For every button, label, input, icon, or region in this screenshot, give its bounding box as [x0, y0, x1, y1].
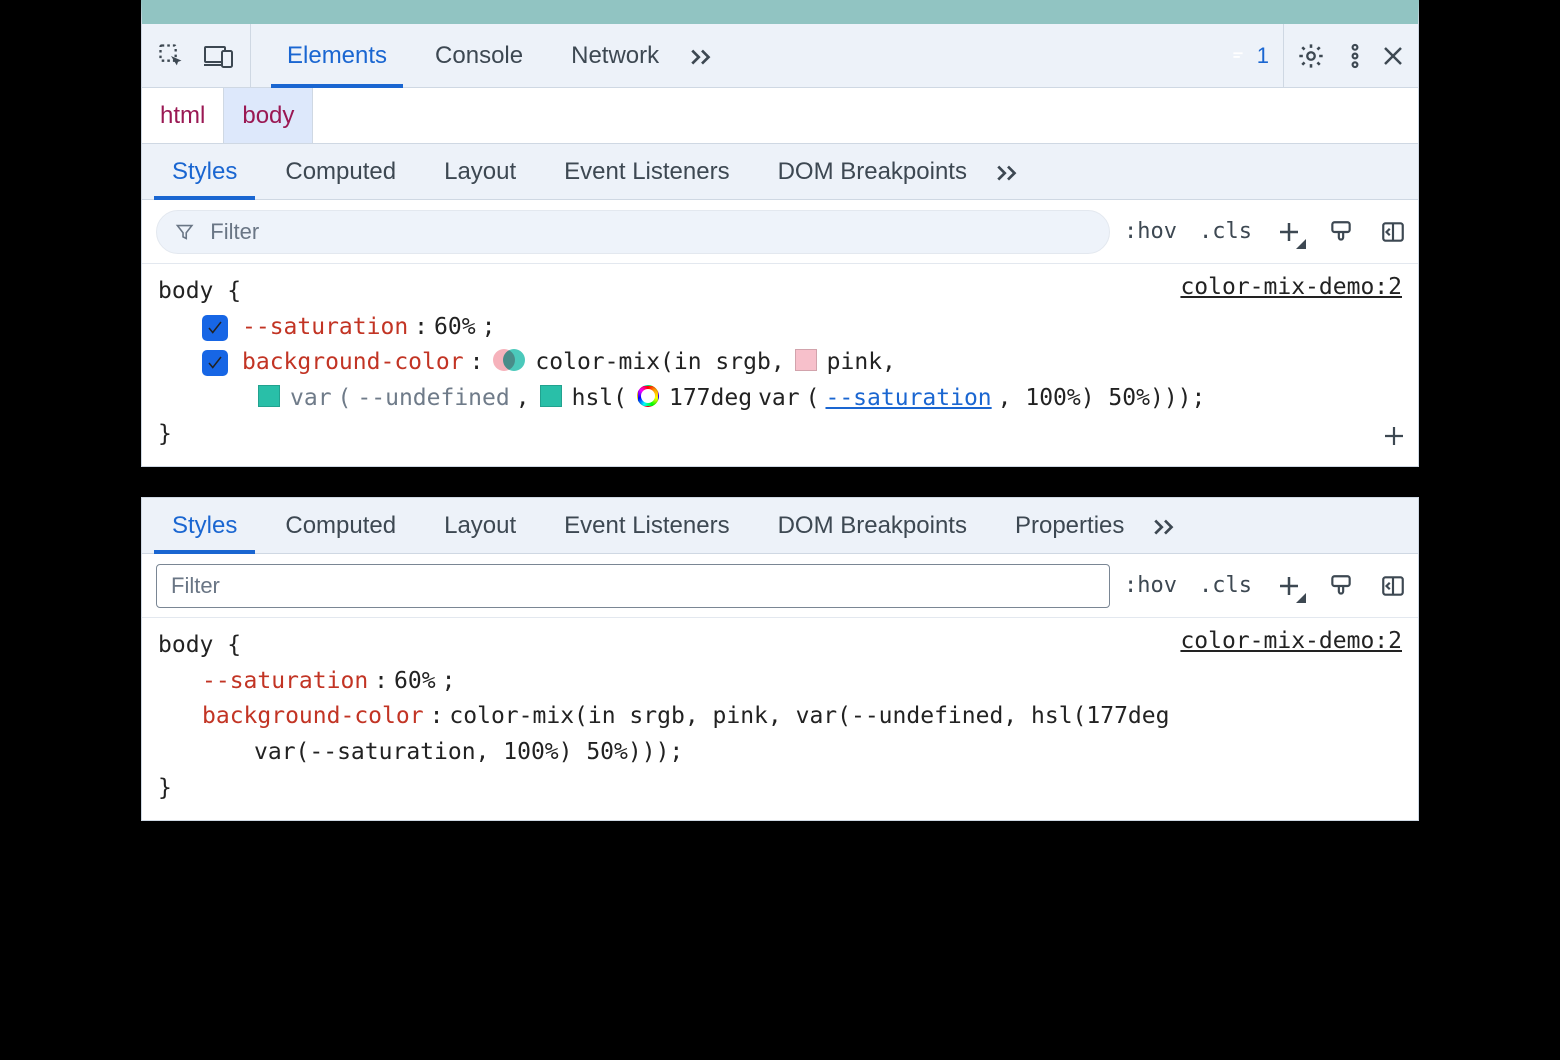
declaration-continuation[interactable]: var(--undefined, hsl( 177deg var(--satur… — [158, 381, 1402, 417]
color-mix-swatch-icon[interactable] — [493, 349, 525, 371]
css-value-segment: ( — [806, 381, 820, 417]
css-value-segment: , — [516, 381, 530, 417]
subtab-layout[interactable]: Layout — [420, 498, 540, 553]
inspect-element-icon[interactable] — [154, 39, 188, 73]
styles-filter-box[interactable] — [156, 564, 1110, 608]
styles-filter-input[interactable] — [169, 572, 1097, 600]
declaration-background-color[interactable]: background-color: color-mix(in srgb, pin… — [158, 699, 1402, 735]
css-value-segment: var(--saturation, 100%) 50%))); — [254, 735, 683, 771]
declaration-continuation[interactable]: var(--saturation, 100%) 50%))); — [158, 735, 1402, 771]
style-rule-block: color-mix-demo:2 body { --saturation: 60… — [142, 618, 1418, 820]
devtools-panel-lower: Styles Computed Layout Event Listeners D… — [141, 497, 1419, 821]
style-rule-block: color-mix-demo:2 body { --saturation: 60… — [142, 264, 1418, 466]
css-value-segment: , 100%) 50%))); — [998, 381, 1206, 417]
cls-toggle[interactable]: .cls — [1199, 219, 1252, 244]
filter-funnel-icon — [175, 222, 194, 242]
subtab-event-listeners[interactable]: Event Listeners — [540, 498, 753, 553]
subtab-styles[interactable]: Styles — [148, 144, 261, 199]
rule-close-brace: } — [158, 417, 1402, 453]
paint-brush-icon[interactable] — [1326, 217, 1356, 247]
color-swatch-icon[interactable] — [540, 385, 562, 407]
declaration-background-color[interactable]: background-color: color-mix(in srgb, pin… — [158, 345, 1402, 381]
css-value-segment: color-mix(in srgb, — [535, 345, 784, 381]
declaration-enabled-checkbox[interactable] — [202, 315, 228, 341]
hue-swatch-icon[interactable] — [637, 385, 659, 407]
subtab-dom-breakpoints[interactable]: DOM Breakpoints — [754, 498, 991, 553]
subtab-layout[interactable]: Layout — [420, 144, 540, 199]
breadcrumb-body[interactable]: body — [224, 88, 313, 143]
issues-indicator[interactable]: 1 — [1213, 24, 1284, 87]
css-property-name: --saturation — [202, 664, 368, 700]
css-value-segment: color-mix(in srgb, pink, var(--undefined… — [449, 699, 1169, 735]
css-property-name: --saturation — [242, 310, 408, 346]
styles-tool-buttons: :hov .cls — [1124, 217, 1408, 247]
cls-toggle[interactable]: .cls — [1199, 573, 1252, 598]
subtab-dom-breakpoints[interactable]: DOM Breakpoints — [754, 144, 991, 199]
devtools-panel-upper: Elements Console Network 1 html body Sty… — [141, 0, 1419, 467]
css-value-segment: hsl( — [572, 381, 627, 417]
new-style-rule-icon[interactable] — [1274, 217, 1304, 247]
css-value-segment: var — [758, 381, 800, 417]
css-value-segment: ( — [338, 381, 352, 417]
subtab-computed[interactable]: Computed — [261, 144, 420, 199]
hov-toggle[interactable]: :hov — [1124, 219, 1177, 244]
more-tabs-icon[interactable] — [685, 39, 719, 73]
tab-elements[interactable]: Elements — [265, 24, 409, 87]
css-var-link[interactable]: --saturation — [825, 381, 991, 417]
styles-subtab-bar: Styles Computed Layout Event Listeners D… — [142, 144, 1418, 200]
css-property-name: background-color — [242, 345, 464, 381]
dom-breadcrumb: html body — [142, 88, 1418, 144]
breadcrumb-html[interactable]: html — [142, 88, 224, 143]
main-toolbar: Elements Console Network 1 — [142, 24, 1418, 88]
css-var-name: --undefined — [357, 381, 509, 417]
css-value-segment: pink, — [827, 345, 896, 381]
toggle-sidebar-icon[interactable] — [1378, 571, 1408, 601]
declaration-saturation[interactable]: --saturation: 60%; — [158, 310, 1402, 346]
rule-origin-link[interactable]: color-mix-demo:2 — [1180, 270, 1402, 306]
device-toggle-icon[interactable] — [202, 39, 236, 73]
hov-toggle[interactable]: :hov — [1124, 573, 1177, 598]
add-declaration-icon[interactable] — [1382, 417, 1406, 460]
styles-filter-box[interactable] — [156, 210, 1110, 254]
new-style-rule-icon[interactable] — [1274, 571, 1304, 601]
subtab-properties[interactable]: Properties — [991, 498, 1148, 553]
subtab-event-listeners[interactable]: Event Listeners — [540, 144, 753, 199]
declaration-saturation[interactable]: --saturation: 60%; — [158, 664, 1402, 700]
styles-filter-input[interactable] — [208, 218, 1091, 246]
settings-gear-icon[interactable] — [1294, 39, 1328, 73]
toolbar-left-group — [154, 24, 251, 87]
rule-origin-link[interactable]: color-mix-demo:2 — [1180, 624, 1402, 660]
close-icon[interactable] — [1376, 39, 1410, 73]
toggle-sidebar-icon[interactable] — [1378, 217, 1408, 247]
tab-network[interactable]: Network — [549, 24, 681, 87]
css-property-value: 60% — [434, 310, 476, 346]
subtab-computed[interactable]: Computed — [261, 498, 420, 553]
rule-close-brace: } — [158, 771, 1402, 807]
declaration-enabled-checkbox[interactable] — [202, 350, 228, 376]
css-property-value: 60% — [394, 664, 436, 700]
css-value-segment: 177deg — [669, 381, 752, 417]
css-value-segment: var — [290, 381, 332, 417]
subtab-styles[interactable]: Styles — [148, 498, 261, 553]
more-subtabs-icon[interactable] — [1148, 509, 1182, 543]
paint-brush-icon[interactable] — [1326, 571, 1356, 601]
issues-count: 1 — [1257, 43, 1269, 69]
color-swatch-icon[interactable] — [258, 385, 280, 407]
more-subtabs-icon[interactable] — [991, 155, 1025, 189]
kebab-menu-icon[interactable] — [1338, 39, 1372, 73]
styles-filter-row: :hov .cls — [142, 554, 1418, 618]
styles-tool-buttons: :hov .cls — [1124, 571, 1408, 601]
tab-console[interactable]: Console — [413, 24, 545, 87]
styles-subtab-bar: Styles Computed Layout Event Listeners D… — [142, 498, 1418, 554]
color-swatch-icon[interactable] — [795, 349, 817, 371]
styles-filter-row: :hov .cls — [142, 200, 1418, 264]
css-property-name: background-color — [202, 699, 424, 735]
